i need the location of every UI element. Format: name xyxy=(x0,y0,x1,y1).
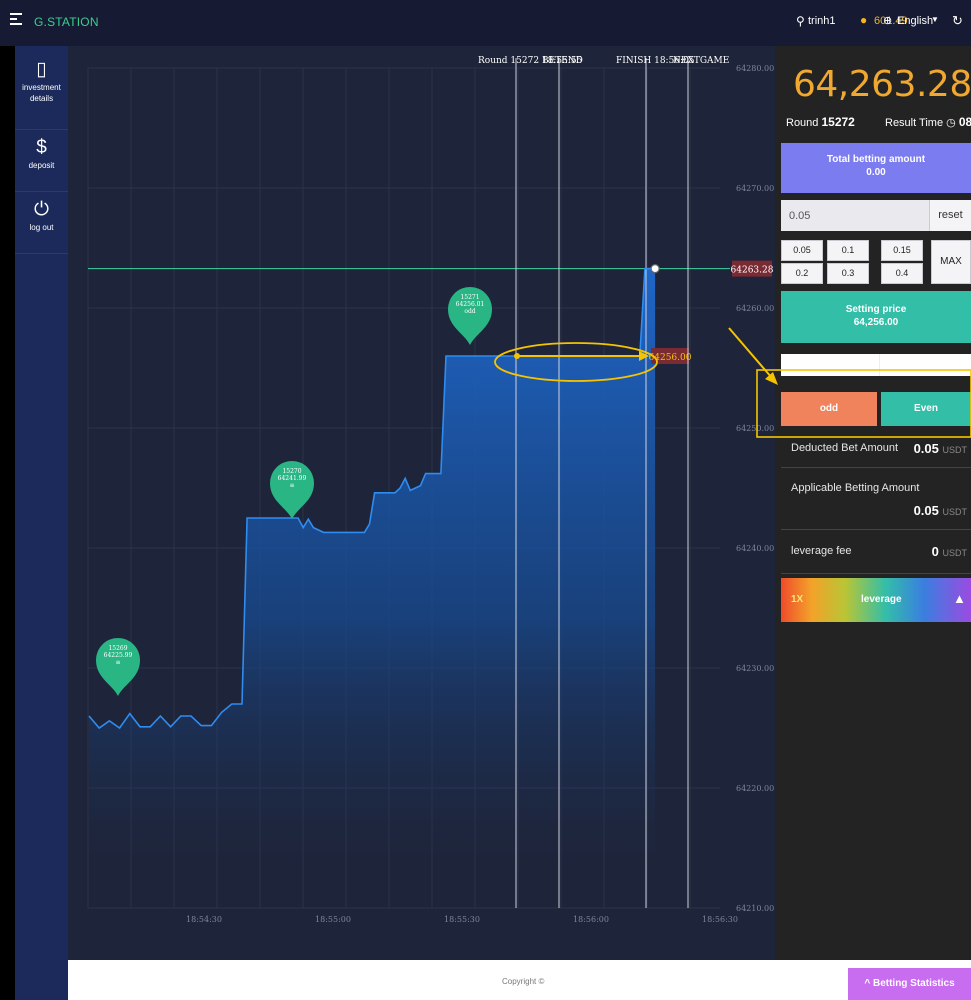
setting-price-value: 64,256.00 xyxy=(853,317,899,328)
sidebar-item-label: log out xyxy=(29,223,54,232)
finish-label-2: NEXTGAME xyxy=(673,56,729,66)
bet-amount-input[interactable] xyxy=(781,200,928,231)
bet-amount-row: reset xyxy=(781,200,971,231)
y-tick-label: 64210.00 xyxy=(736,904,774,913)
leverage-slider[interactable]: 1X leverage ▲ xyxy=(781,578,971,622)
round-info: Round 15272 xyxy=(786,115,855,129)
x-tick-label: 18:55:30 xyxy=(444,915,480,924)
sidebar-item-deposit[interactable]: $ deposit xyxy=(15,136,68,192)
round-label: Round xyxy=(786,117,819,129)
y-tick-label: 64250.00 xyxy=(736,424,774,433)
deducted-bet-row: Deducted Bet Amount 0.05 USDT xyxy=(781,432,971,468)
top-bar: G.STATION ⚲ trinh1 ● 601.49 ⊕ English ▼ … xyxy=(0,0,971,46)
x-tick-label: 18:56:30 xyxy=(702,915,738,924)
round-number: 15272 xyxy=(821,115,855,129)
result-time-label: Result Time xyxy=(885,117,944,129)
chip-0-4[interactable]: 0.4 xyxy=(881,263,923,284)
x-tick-label: 18:55:00 xyxy=(315,915,351,924)
coin-icon: ● xyxy=(860,13,868,27)
pin-result: ≡ xyxy=(289,482,294,489)
pin-price: 64241.99 xyxy=(278,475,307,482)
bet-end-label-2: BETEND xyxy=(542,56,583,66)
deducted-label: Deducted Bet Amount xyxy=(791,442,899,454)
user-icon: ⚲ xyxy=(796,14,805,28)
refresh-icon[interactable]: ↻ xyxy=(952,13,963,29)
copyright: Copyright © xyxy=(502,977,545,986)
total-bet-value: 0.00 xyxy=(866,167,886,178)
sidebar-item-log-out[interactable]: ⏻ log out xyxy=(15,198,68,254)
warning-icon[interactable]: ▲ xyxy=(953,591,966,606)
round-result-pin: 1527064241.99≡ xyxy=(270,461,314,519)
applicable-label: Applicable Betting Amount xyxy=(791,482,920,494)
betting-panel: 64,263.28 Round 15272 Result Time ◷ 08 T… xyxy=(775,46,971,960)
x-tick-label: 18:56:00 xyxy=(573,915,609,924)
sidebar-item-investment-details[interactable]: ▯ investment details xyxy=(15,58,68,130)
total-bet-label: Total betting amount xyxy=(826,154,926,165)
fee-label: leverage fee xyxy=(791,545,852,557)
setting-price: Setting price 64,256.00 xyxy=(781,291,971,343)
betting-statistics-button[interactable]: ^ Betting Statistics xyxy=(848,968,971,1000)
leverage-fee-row: leverage fee 0 USDT xyxy=(781,530,971,574)
price-chart[interactable]: 64263.28 64256.00 Round 15272 18:55:55 BET… xyxy=(68,46,775,960)
round-result-pin: 1526964225.99≡ xyxy=(96,638,140,696)
clock-icon: ◷ xyxy=(946,117,956,129)
y-tick-label: 64220.00 xyxy=(736,784,774,793)
current-point xyxy=(650,264,660,274)
chevron-up-icon: ^ xyxy=(864,978,871,989)
price-chart-svg: 64263.2864256.00 Round 15272 18:55:55BET… xyxy=(87,56,774,924)
brand-logo[interactable]: G.STATION xyxy=(34,15,99,29)
max-button[interactable]: MAX xyxy=(931,240,971,284)
fee-value: 0 USDT xyxy=(931,544,967,559)
pin-round: 15269 xyxy=(108,645,127,652)
bet-ratio-bar xyxy=(781,354,971,376)
y-tick-label: 64270.00 xyxy=(736,184,774,193)
sidebar: ▯ investment details $ deposit ⏻ log out xyxy=(15,46,68,1000)
leverage-value: 1X xyxy=(791,594,804,605)
chip-0-3[interactable]: 0.3 xyxy=(827,263,869,284)
x-tick-label: 18:54:30 xyxy=(186,915,222,924)
username[interactable]: trinh1 xyxy=(808,15,836,27)
leverage-label: leverage xyxy=(861,594,902,605)
round-result-pin: 1527164256.01odd xyxy=(448,287,492,345)
pin-price: 64256.01 xyxy=(456,301,485,308)
result-time-value: 08 xyxy=(958,115,971,129)
pin-round: 15270 xyxy=(282,468,301,475)
applicable-bet-row: Applicable Betting Amount 0.05 USDT xyxy=(781,468,971,530)
pin-result: odd xyxy=(464,308,475,315)
current-price-tag-label: 64263.28 xyxy=(731,266,774,276)
pin-price: 64225.99 xyxy=(104,652,133,659)
applicable-value: 0.05 USDT xyxy=(913,503,967,518)
chip-0-2[interactable]: 0.2 xyxy=(781,263,823,284)
globe-icon: ⊕ xyxy=(883,15,893,27)
menu-icon[interactable] xyxy=(10,13,22,27)
y-tick-label: 64260.00 xyxy=(736,304,774,313)
chevron-down-icon[interactable]: ▼ xyxy=(931,15,939,24)
dollar-icon: $ xyxy=(36,137,47,158)
y-tick-label: 64230.00 xyxy=(736,664,774,673)
total-betting-amount: Total betting amount 0.00 xyxy=(781,143,971,193)
chip-0-15[interactable]: 0.15 xyxy=(881,240,923,261)
deducted-value: 0.05 USDT xyxy=(913,441,967,456)
pin-result: ≡ xyxy=(115,659,120,666)
even-button[interactable]: Even xyxy=(881,392,971,426)
sidebar-item-label: deposit xyxy=(28,161,55,170)
y-tick-label: 64240.00 xyxy=(736,544,774,553)
reset-button[interactable]: reset xyxy=(929,200,971,231)
current-price: 64,263.28 xyxy=(793,64,971,105)
power-icon: ⏻ xyxy=(33,199,50,220)
chip-0-1[interactable]: 0.1 xyxy=(827,240,869,261)
clipboard-icon: ▯ xyxy=(36,59,47,80)
footer: Copyright © ^ Betting Statistics xyxy=(68,960,971,1000)
result-time: Result Time ◷ 08 xyxy=(885,115,971,129)
setting-price-label: Setting price xyxy=(845,304,907,315)
pin-round: 15271 xyxy=(460,294,479,301)
y-tick-label: 64280.00 xyxy=(736,64,774,73)
sidebar-item-label: investment details xyxy=(22,83,61,103)
odd-button[interactable]: odd xyxy=(781,392,877,426)
chip-0-05[interactable]: 0.05 xyxy=(781,240,823,261)
stats-label: Betting Statistics xyxy=(872,978,955,989)
language-selector[interactable]: English xyxy=(897,15,933,27)
setting-price-tag-label: 64256.00 xyxy=(649,353,692,363)
